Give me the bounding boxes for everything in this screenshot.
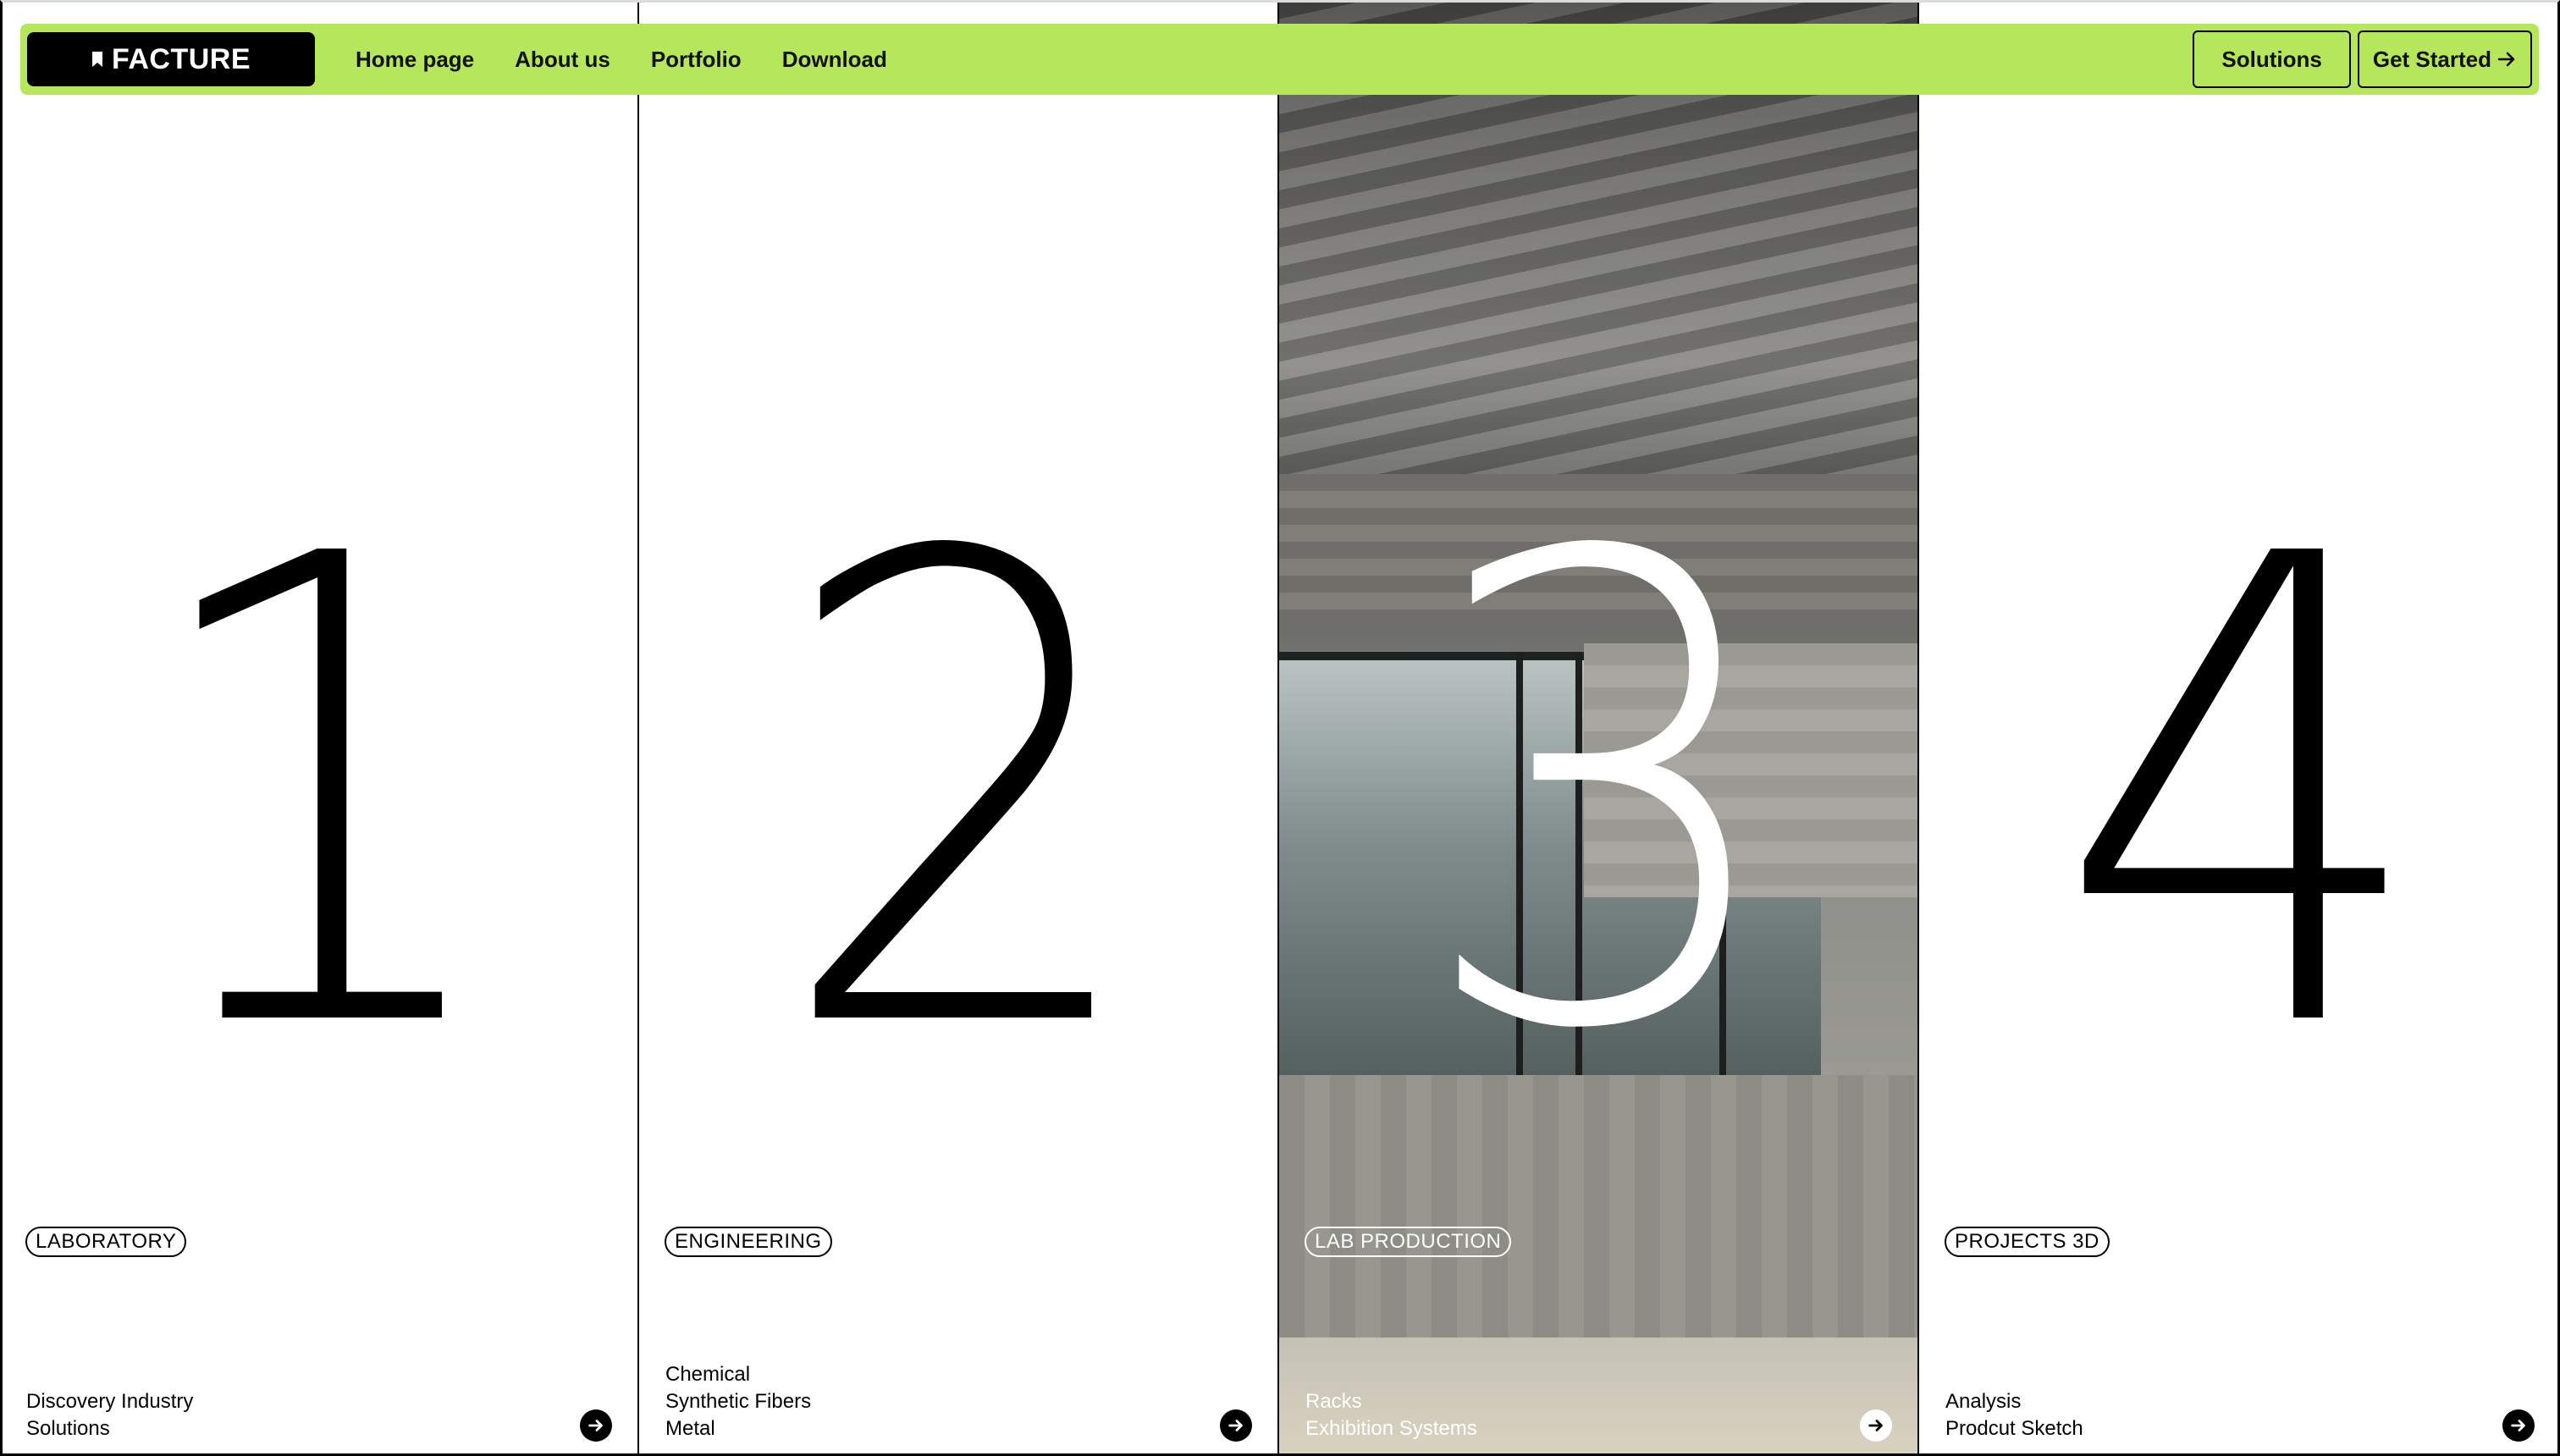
nav-link-portfolio[interactable]: Portfolio <box>651 47 742 73</box>
nav-links: Home page About us Portfolio Download <box>356 47 928 73</box>
window-frame <box>0 0 2560 1456</box>
bookmark-icon <box>91 52 102 67</box>
brand-name: FACTURE <box>111 42 251 75</box>
nav-link-download[interactable]: Download <box>782 47 887 73</box>
get-started-label: Get Started <box>2372 46 2491 72</box>
solutions-label: Solutions <box>2221 46 2322 72</box>
nav-link-about[interactable]: About us <box>515 47 610 73</box>
top-navbar: FACTURE Home page About us Portfolio Dow… <box>20 24 2539 95</box>
brand-logo[interactable]: FACTURE <box>27 32 315 86</box>
arrow-right-icon <box>2497 52 2515 67</box>
nav-link-home[interactable]: Home page <box>356 47 474 73</box>
nav-actions: Solutions Get Started <box>2193 30 2532 88</box>
get-started-button[interactable]: Get Started <box>2357 30 2532 88</box>
solutions-button[interactable]: Solutions <box>2193 30 2351 88</box>
